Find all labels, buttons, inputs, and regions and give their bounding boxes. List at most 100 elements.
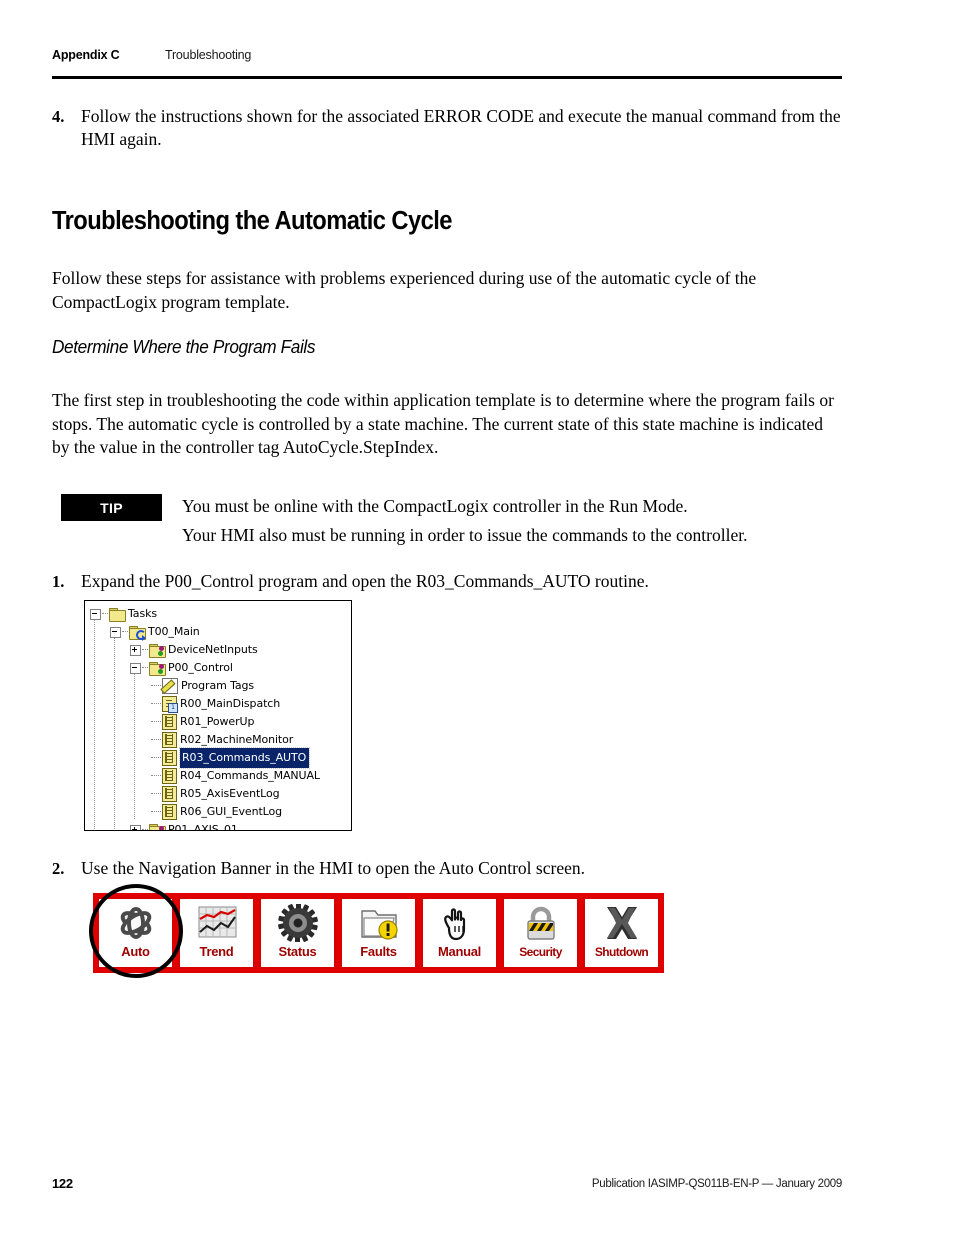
step-number: 4. [52, 107, 65, 126]
step-item-2: 2. Use the Navigation Banner in the HMI … [52, 857, 842, 880]
tree-item[interactable]: R05_AxisEventLog [85, 785, 351, 803]
tree-toggle-minus-icon[interactable] [90, 608, 101, 620]
tree-connector [142, 649, 148, 651]
tree-connector [151, 685, 161, 687]
hmi-button-trend[interactable]: Trend [178, 897, 255, 969]
step-text: Follow the instructions shown for the as… [81, 106, 841, 149]
tree-connector [151, 811, 161, 813]
warning-folder-icon [360, 910, 398, 940]
warning-folder-icon [357, 903, 401, 943]
folder-icon [109, 607, 126, 622]
hmi-button-label: Security [519, 945, 562, 959]
hmi-button-faults[interactable]: Faults [340, 897, 417, 969]
tree-item[interactable]: Program Tags [85, 677, 351, 695]
tree-connector [151, 757, 161, 759]
tree-item[interactable]: R02_MachineMonitor [85, 731, 351, 749]
routine-icon [162, 768, 177, 784]
intro-paragraph: Follow these steps for assistance with p… [52, 268, 757, 312]
tip-text: You must be online with the CompactLogix… [182, 492, 852, 550]
step-item-4: 4. Follow the instructions shown for the… [52, 105, 842, 151]
hmi-button-label: Auto [121, 944, 150, 959]
x-icon [600, 903, 644, 943]
tree-connector [142, 829, 148, 830]
task-folder-icon [129, 625, 146, 641]
step-text: Use the Navigation Banner in the HMI to … [81, 858, 585, 878]
footer-page-number: 122 [52, 1176, 73, 1191]
tree-connector [151, 721, 161, 723]
tree-item-label: Tasks [128, 607, 157, 620]
tree-item[interactable]: Tasks [85, 605, 351, 623]
hmi-button-shutdown[interactable]: Shutdown [583, 897, 660, 969]
tree-item[interactable]: R03_Commands_AUTO [85, 747, 351, 769]
header-rule [52, 76, 842, 79]
tree-toggle-minus-icon[interactable] [110, 626, 121, 638]
hmi-button-label: Faults [360, 944, 397, 959]
header-section-label: Troubleshooting [165, 48, 252, 62]
tree-toggle-plus-icon[interactable] [130, 824, 141, 830]
tree-item-label: R04_Commands_MANUAL [180, 769, 320, 782]
tree-connector [122, 631, 128, 633]
tree-item[interactable]: 1 R00_MainDispatch [85, 695, 351, 713]
hmi-button-auto[interactable]: Auto [97, 897, 174, 969]
hand-icon [443, 908, 465, 941]
routine-icon [162, 750, 177, 766]
tree-connector [142, 667, 148, 669]
program-folder-icon [149, 823, 166, 830]
tip-line-2: Your HMI also must be running in order t… [182, 525, 748, 545]
footer-publication: Publication IASIMP-QS011B-EN-P — January… [591, 1178, 842, 1190]
routine-icon [162, 786, 177, 802]
tree-item-label: P01_AXIS_01 [168, 823, 238, 831]
tree-item[interactable]: R06_GUI_EventLog [85, 803, 351, 821]
tree-item[interactable]: T00_Main [85, 623, 351, 641]
tree-connector [151, 739, 161, 741]
step-number: 1. [52, 572, 65, 591]
tree-item-label: R02_MachineMonitor [180, 733, 294, 746]
tree-item-label: DeviceNetInputs [168, 643, 258, 656]
tree-toggle-plus-icon[interactable] [130, 644, 141, 656]
step-number: 2. [52, 859, 65, 878]
tree-connector [151, 703, 161, 705]
routine-icon [162, 714, 177, 730]
tree-item-label: R01_PowerUp [180, 715, 255, 728]
hmi-button-manual[interactable]: Manual [421, 897, 498, 969]
tree-item[interactable]: DeviceNetInputs [85, 641, 351, 659]
tree-item-label: R00_MainDispatch [180, 697, 281, 710]
header-appendix-label: Appendix C [52, 48, 120, 62]
tree-item[interactable]: R01_PowerUp [85, 713, 351, 731]
detail-paragraph: The first step in troubleshooting the co… [52, 390, 834, 457]
hmi-button-label: Manual [438, 944, 481, 959]
tree-item-label: R06_GUI_EventLog [180, 805, 283, 818]
tip-line-1: You must be online with the CompactLogix… [182, 496, 688, 516]
x-icon [606, 907, 637, 939]
hmi-button-label: Trend [199, 944, 234, 959]
hmi-button-label: Shutdown [594, 945, 649, 959]
tree-item[interactable]: P01_AXIS_01 [85, 821, 351, 831]
gear-icon [276, 903, 320, 943]
hmi-button-security[interactable]: Security [502, 897, 579, 969]
tree-item-label: R03_Commands_AUTO [178, 747, 311, 769]
tree-toggle-minus-icon[interactable] [130, 662, 141, 674]
project-tree-screenshot: Tasks T00_Main DeviceNetInputs P00_Control P… [84, 600, 352, 831]
atom-icon [120, 907, 151, 939]
page-header: Appendix C Troubleshooting [52, 48, 842, 78]
tree-connector [151, 793, 161, 795]
routine-icon [162, 732, 177, 748]
tree-connector [151, 775, 161, 777]
main-routine-icon: 1 [162, 696, 178, 713]
hmi-button-status[interactable]: Status [259, 897, 336, 969]
tip-badge: TIP [61, 494, 162, 521]
project-tree: Tasks T00_Main DeviceNetInputs P00_Control P… [85, 601, 351, 830]
program-folder-icon [149, 661, 166, 676]
atom-icon [114, 903, 158, 943]
tree-item-label: P00_Control [168, 661, 233, 674]
tree-item[interactable]: R04_Commands_MANUAL [85, 767, 351, 785]
step-item-1: 1. Expand the P00_Control program and op… [52, 570, 842, 593]
lock-icon [526, 906, 555, 940]
tree-item-label: R05_AxisEventLog [180, 787, 280, 800]
tree-item-label: T00_Main [148, 625, 200, 638]
program-tags-icon [160, 678, 178, 694]
tree-item[interactable]: P00_Control [85, 659, 351, 677]
chart-icon [198, 906, 236, 938]
step-text: Expand the P00_Control program and open … [81, 571, 649, 591]
section-subtitle: Determine Where the Program Fails [52, 336, 316, 357]
